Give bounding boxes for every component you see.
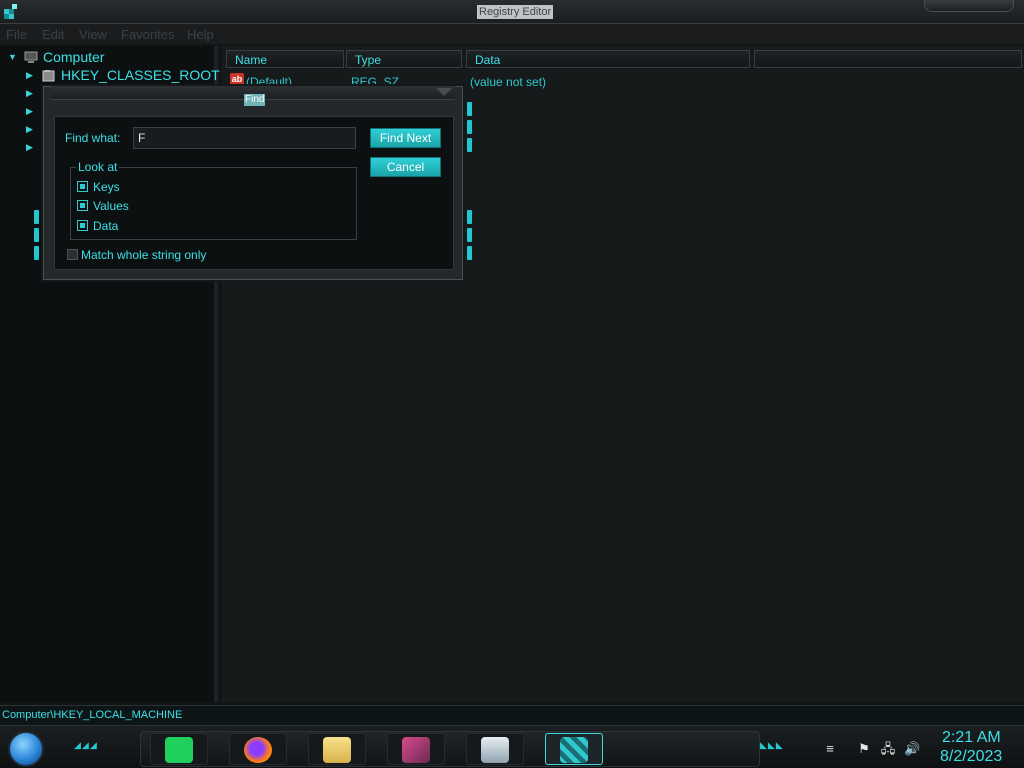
screen-app-icon [402, 737, 430, 763]
tree-label: Computer [43, 49, 105, 65]
menu-file[interactable]: File [6, 27, 27, 42]
find-next-button[interactable]: Find Next [370, 128, 441, 148]
system-tray: ≡ ⚑ 🖧 🔊 [820, 735, 930, 763]
registry-editor-icon [560, 737, 588, 763]
registry-editor-icon[interactable] [2, 3, 20, 21]
menu-view[interactable]: View [79, 27, 107, 42]
tree-label: HKEY_CLASSES_ROOT [61, 67, 220, 83]
status-bar: Computer\HKEY_LOCAL_MACHINE [0, 705, 1024, 725]
look-at-group: Look at Keys Values Data [70, 160, 357, 240]
taskbar-file-explorer[interactable] [308, 733, 366, 765]
look-at-label: Look at [76, 160, 120, 174]
taskbar-registry-editor[interactable] [545, 733, 603, 765]
decor-led [467, 246, 472, 260]
find-what-input[interactable] [133, 127, 356, 149]
match-whole-checkbox[interactable] [67, 249, 78, 260]
firefox-icon [244, 737, 272, 763]
status-path: Computer\HKEY_LOCAL_MACHINE [2, 709, 183, 721]
expand-icon[interactable]: ▶ [26, 106, 36, 116]
show-hidden-icons-icon[interactable]: ≡ [822, 741, 838, 757]
keys-label[interactable]: Keys [93, 180, 120, 194]
window-title: Registry Editor [477, 5, 554, 19]
clock-time[interactable]: 2:21 AM [942, 729, 1001, 747]
close-icon[interactable] [436, 88, 452, 96]
tree-item-computer[interactable]: ▼ Computer [8, 48, 104, 66]
tree-item-hkey-classes-root[interactable]: ▶ HKEY_CLASSES_ROOT [26, 66, 220, 84]
title-bar[interactable]: Registry Editor [0, 0, 1024, 24]
menu-bar: File Edit View Favorites Help [0, 24, 1024, 44]
decor-led [467, 102, 472, 116]
keys-checkbox[interactable] [77, 181, 88, 192]
decor-chevrons-icon: ◣◣◣ [760, 740, 784, 750]
notes-app-icon [165, 737, 193, 763]
window-controls[interactable] [924, 0, 1014, 12]
taskbar-firefox[interactable] [229, 733, 287, 765]
volume-icon[interactable]: 🔊 [904, 741, 920, 757]
decor-chevrons-icon: ◢◢◢ [74, 740, 98, 750]
clock-date[interactable]: 8/2/2023 [940, 748, 1002, 766]
desktop: Registry Editor File Edit View Favorites… [0, 0, 1024, 768]
expand-icon[interactable]: ▶ [26, 142, 36, 152]
column-header-data[interactable]: Data [466, 50, 750, 68]
decor-led [467, 138, 472, 152]
menu-help[interactable]: Help [187, 27, 214, 42]
expand-icon[interactable]: ▶ [26, 88, 36, 98]
taskbar-screen-app[interactable] [387, 733, 445, 765]
column-header-type[interactable]: Type [346, 50, 462, 68]
dialog-body: Find what: Find Next Cancel Look at Keys… [54, 116, 454, 270]
values-checkbox[interactable] [77, 200, 88, 211]
match-whole-label[interactable]: Match whole string only [81, 248, 206, 262]
column-header-name[interactable]: Name [226, 50, 344, 68]
column-header-empty [754, 50, 1022, 68]
action-center-flag-icon[interactable]: ⚑ [856, 741, 872, 757]
network-app-icon [481, 737, 509, 763]
dialog-title: Find [244, 94, 266, 106]
expand-icon[interactable]: ▶ [26, 124, 36, 134]
computer-icon [24, 51, 38, 63]
cancel-button[interactable]: Cancel [370, 157, 441, 177]
taskbar-notes[interactable] [150, 733, 208, 765]
collapse-icon[interactable]: ▼ [8, 52, 18, 62]
decor-led [467, 120, 472, 134]
decor-led [34, 228, 39, 242]
taskbar-network-app[interactable] [466, 733, 524, 765]
data-label[interactable]: Data [93, 219, 118, 233]
find-what-label: Find what: [65, 131, 121, 145]
data-checkbox[interactable] [77, 220, 88, 231]
network-icon[interactable]: 🖧 [880, 741, 896, 757]
expand-icon[interactable]: ▶ [26, 70, 36, 80]
value-data: (value not set) [470, 75, 547, 89]
file-explorer-icon [323, 737, 351, 763]
decor-led [34, 246, 39, 260]
decor-led [467, 228, 472, 242]
string-value-icon: ab [230, 73, 244, 86]
find-dialog: Find Find what: Find Next Cancel Look at… [34, 86, 472, 280]
column-headers: Name Type Data [222, 50, 1024, 70]
decor-led [467, 210, 472, 224]
taskbar: ◢◢◢ ◣◣◣ ≡ ⚑ 🖧 🔊 2:21 AM 8/2/2023 [0, 725, 1024, 768]
menu-edit[interactable]: Edit [42, 27, 64, 42]
values-label[interactable]: Values [93, 199, 129, 213]
decor-led [34, 210, 39, 224]
menu-favorites[interactable]: Favorites [121, 27, 174, 42]
folder-icon [42, 69, 55, 81]
start-button[interactable] [8, 731, 44, 767]
